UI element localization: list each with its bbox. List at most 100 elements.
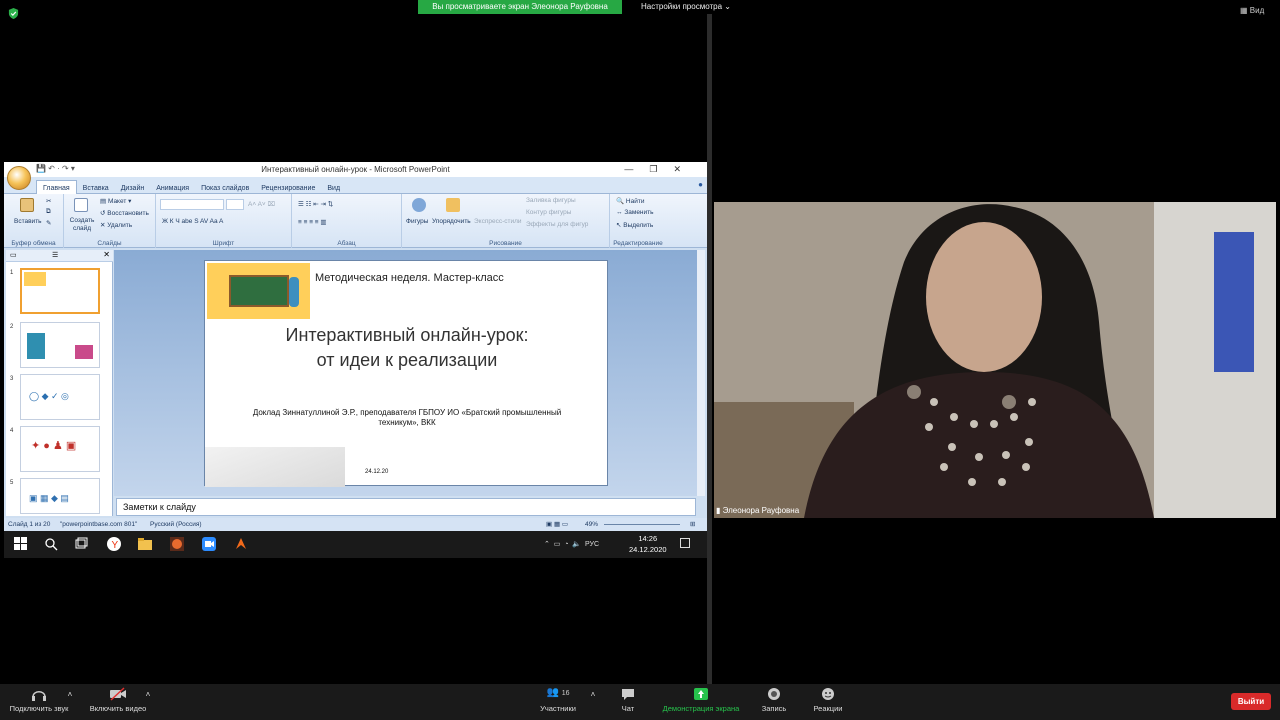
participants-count: 16	[561, 690, 570, 697]
replace-button[interactable]: ↔ Заменить	[616, 209, 654, 216]
notes-pane[interactable]: Заметки к слайду	[116, 498, 696, 516]
avast-icon[interactable]	[234, 537, 248, 551]
participants-label: Участники	[540, 704, 576, 713]
format-painter-icon[interactable]: ✎	[46, 219, 51, 227]
participant-video[interactable]	[714, 202, 1276, 518]
align-buttons[interactable]: ≡ ≡ ≡ ≡ ▥	[298, 218, 327, 226]
paste-button[interactable]: Вставить	[14, 218, 42, 225]
slide-author-text: Доклад Зиннатуллиной Э.Р., преподавателя…	[252, 408, 562, 427]
font-format-buttons[interactable]: Ж К Ч abe S AV Aa A	[162, 218, 223, 225]
zoom-level: 49%	[585, 521, 599, 528]
outline-tab-icon[interactable]: ☰	[52, 251, 58, 259]
office-button[interactable]	[7, 166, 31, 190]
arrange-button[interactable]: Упорядочить	[432, 218, 471, 225]
input-language[interactable]: РУС	[585, 541, 599, 548]
quick-styles-button[interactable]: Экспресс-стили	[474, 218, 522, 225]
copy-icon[interactable]: ⧉	[46, 208, 51, 216]
thumb-number: 3	[10, 376, 14, 382]
font-size-buttons[interactable]: A˄ A˅ ⌧	[248, 200, 275, 208]
layout-button[interactable]: ▤ Макет ▾	[100, 197, 131, 205]
system-tray[interactable]: ⌃ ▭ ◔ 🔈 РУС	[544, 531, 599, 558]
shield-icon[interactable]	[8, 8, 19, 19]
drawing-group: Фигуры Упорядочить Экспресс-стили Заливк…	[402, 194, 610, 248]
slide-thumbnail[interactable]: ✦ ● ♟ ▣	[20, 426, 100, 472]
participants-button[interactable]: 👥 16 Участники	[534, 687, 582, 713]
share-screen-icon	[694, 688, 708, 700]
start-video-button[interactable]: Включить видео	[86, 687, 150, 713]
slide-thumbnail[interactable]: ◯ ◆ ✓ ◎	[20, 374, 100, 420]
audio-options-chevron-icon[interactable]: ˄	[66, 690, 74, 699]
record-button[interactable]: Запись	[756, 687, 792, 713]
view-options-dropdown[interactable]: Настройки просмотра ⌄	[636, 0, 736, 14]
window-controls[interactable]: —❐✕	[624, 162, 697, 177]
clock-date: 24.12.2020	[629, 545, 667, 554]
close-pane-icon[interactable]: ✕	[103, 250, 110, 259]
quick-access-toolbar[interactable]: 💾 ↶ · ↷ ▾	[36, 164, 75, 173]
slide-date: 24.12.20	[365, 469, 389, 475]
find-label: Найти	[625, 198, 645, 205]
clock[interactable]: 14:26 24.12.2020	[629, 533, 667, 555]
leave-button[interactable]: Выйти	[1231, 693, 1271, 710]
replace-label: Заменить	[624, 209, 654, 216]
select-button[interactable]: ↖ Выделить	[616, 221, 653, 229]
task-view-icon[interactable]	[74, 537, 88, 551]
slide-thumbnail[interactable]	[20, 268, 100, 314]
reactions-label: Реакции	[813, 704, 843, 713]
view-button[interactable]: ▦ Вид	[1240, 6, 1264, 15]
arrange-icon	[446, 198, 460, 212]
battery-icon[interactable]: ▭	[554, 541, 561, 548]
paragraph-group-label: Абзац	[337, 240, 356, 247]
participants-options-chevron-icon[interactable]: ˄	[589, 690, 597, 699]
slide-thumbnail[interactable]	[20, 322, 100, 368]
editing-group: 🔍 Найти ↔ Заменить ↖ Выделить Редактиров…	[610, 194, 666, 248]
chevron-down-icon: ⌄	[724, 2, 731, 11]
reset-button[interactable]: ↺ Восстановить	[100, 209, 149, 217]
share-screen-label: Демонстрация экрана	[662, 704, 740, 713]
chat-button[interactable]: Чат	[612, 687, 644, 713]
new-slide-button[interactable]: Создать слайд	[68, 217, 96, 233]
shape-fill-button[interactable]: Заливка фигуры	[526, 197, 576, 204]
svg-text:Y: Y	[112, 540, 119, 551]
cut-icon[interactable]: ✂	[46, 197, 51, 205]
thumbnail-pane-header: ▭ ☰ ✕	[6, 250, 113, 262]
network-icon[interactable]: ◔	[564, 541, 568, 548]
view-buttons[interactable]: ▣ ▦ ▭	[546, 518, 568, 531]
font-size-input[interactable]	[226, 199, 244, 210]
windows-start-icon[interactable]	[14, 537, 28, 551]
slides-group: Создать слайд ▤ Макет ▾ ↺ Восстановить ✕…	[64, 194, 156, 248]
video-options-chevron-icon[interactable]: ˄	[144, 690, 152, 699]
font-group-label: Шрифт	[212, 240, 235, 247]
drawing-group-label: Рисование	[489, 240, 522, 247]
slide-thumbnail[interactable]: ▣ ▦ ◆ ▤	[20, 478, 100, 514]
signal-bars-icon: ▮	[716, 506, 721, 515]
list-buttons[interactable]: ☰ ☷ ⇤ ⇥ ⇅	[298, 200, 333, 208]
yandex-browser-icon[interactable]: Y	[107, 537, 121, 551]
split-divider[interactable]	[707, 14, 712, 684]
chevron-up-icon[interactable]: ⌃	[544, 541, 550, 548]
notifications-icon[interactable]	[680, 538, 690, 548]
powerpoint-taskbar-icon[interactable]	[170, 537, 184, 551]
slides-tab-icon[interactable]: ▭	[10, 251, 17, 259]
current-slide[interactable]: Методическая неделя. Мастер-класс Интера…	[204, 260, 608, 487]
join-audio-button[interactable]: Подключить звук	[6, 687, 72, 713]
zoom-slider[interactable]	[604, 524, 680, 525]
fit-slide-icon[interactable]: ⊞	[690, 518, 695, 531]
shape-outline-button[interactable]: Контур фигуры	[526, 209, 571, 216]
reactions-button[interactable]: Реакции	[808, 687, 848, 713]
volume-icon[interactable]: 🔈	[572, 541, 581, 548]
help-icon[interactable]: ●	[698, 180, 703, 189]
slide-title: Интерактивный онлайн-урок: от идеи к реа…	[285, 325, 529, 370]
font-name-input[interactable]	[160, 199, 224, 210]
shape-effects-button[interactable]: Эффекты для фигур	[526, 221, 588, 228]
file-explorer-icon[interactable]	[138, 537, 152, 551]
search-icon[interactable]	[44, 537, 58, 551]
share-screen-button[interactable]: Демонстрация экрана	[656, 687, 746, 713]
find-button[interactable]: 🔍 Найти	[616, 197, 644, 205]
join-audio-label: Подключить звук	[9, 704, 69, 713]
clipboard-group-label: Буфер обмена	[11, 240, 56, 247]
shapes-button[interactable]: Фигуры	[406, 218, 428, 225]
delete-slide-button[interactable]: ✕ Удалить	[100, 221, 132, 229]
zoom-taskbar-icon[interactable]	[202, 537, 216, 551]
language-status: Русский (Россия)	[150, 521, 202, 528]
slide-scrollbar[interactable]	[697, 250, 705, 496]
